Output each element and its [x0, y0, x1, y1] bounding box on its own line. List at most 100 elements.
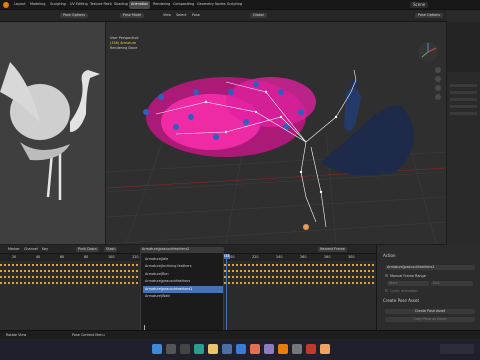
- viewport-status: Rendering Done: [110, 46, 138, 50]
- action-side-panel: Action Armature|peacockfeathers2 Manual …: [376, 245, 480, 330]
- camera-icon[interactable]: [435, 85, 441, 91]
- range-end-field[interactable]: End: [431, 281, 473, 287]
- file-explorer-icon[interactable]: [208, 344, 218, 354]
- copy-pose-as-asset-button[interactable]: Copy Pose as Asset: [385, 317, 475, 323]
- workspace-tab[interactable]: Compositing: [171, 1, 196, 9]
- ruler-tick-label: 80: [84, 255, 89, 259]
- task-view-icon[interactable]: [180, 344, 190, 354]
- ruler-tick-label: 120: [132, 255, 139, 259]
- push-down-label: Push Down: [78, 247, 97, 251]
- view-menu[interactable]: View: [163, 13, 171, 17]
- windows-start-icon[interactable]: [152, 344, 162, 354]
- manual-range-label: Manual Frame Range: [390, 274, 426, 278]
- workspace-tabs: Layout Modeling Sculpting UV Editing Texture…: [12, 1, 282, 9]
- ruler-tick-label: 300: [348, 255, 355, 259]
- action-panel-title[interactable]: Action: [383, 254, 396, 258]
- action-option[interactable]: Armature|peacockfeathers2: [143, 286, 223, 293]
- workspace-tab[interactable]: Layout: [12, 1, 28, 9]
- create-pose-asset-button[interactable]: Create Pose Asset: [385, 309, 475, 315]
- keying-label: Nearest Frame: [320, 247, 345, 251]
- copy-pose-button-label: Copy Pose as Asset: [413, 317, 447, 321]
- os-taskbar: [0, 339, 480, 360]
- pose-options-right-label: Pose Options: [418, 13, 441, 17]
- settings-icon[interactable]: [292, 344, 302, 354]
- status-bar: Rotate View Pose Context Menu: [0, 330, 480, 339]
- marker-menu[interactable]: Marker: [8, 247, 20, 251]
- orientation-label: Global: [253, 13, 264, 17]
- workspace-tab[interactable]: Texture Paint: [88, 1, 114, 9]
- action-option[interactable]: Armature|Walk: [143, 294, 223, 301]
- cyclic-label: Cyclic Animation: [390, 289, 419, 293]
- ruler-tick-label: 100: [108, 255, 115, 259]
- blender-logo-icon[interactable]: [3, 2, 9, 8]
- notes-icon[interactable]: [320, 344, 330, 354]
- viewport-tools-column: [435, 67, 443, 100]
- range-start-label: Start: [389, 281, 398, 285]
- store-icon[interactable]: [222, 344, 232, 354]
- ruler-tick-label: 40: [36, 255, 41, 259]
- peacock-body: [321, 80, 414, 176]
- ruler-tick-label: 20: [12, 255, 17, 259]
- white-peacock-render: [0, 62, 100, 200]
- mail-icon[interactable]: [236, 344, 246, 354]
- grid-icon[interactable]: [435, 94, 441, 100]
- workspace-tab[interactable]: Geometry Nodes: [195, 1, 228, 9]
- action-field[interactable]: Armature|peacockfeathers2: [385, 265, 475, 271]
- scene-selector[interactable]: Scene: [410, 2, 429, 8]
- key-menu[interactable]: Key: [42, 247, 48, 251]
- manual-frame-range-checkbox[interactable]: Manual Frame Range: [385, 274, 426, 278]
- playhead[interactable]: [226, 254, 227, 330]
- ruler-tick-label: 280: [324, 255, 331, 259]
- action-option[interactable]: Armature|Run: [143, 271, 223, 278]
- keying-selector[interactable]: Nearest Frame: [318, 247, 347, 253]
- select-menu[interactable]: Select: [176, 13, 186, 17]
- create-pose-asset-title[interactable]: Create Pose Asset: [383, 299, 419, 303]
- channel-menu[interactable]: Channel: [24, 247, 38, 251]
- range-start-field[interactable]: Start: [387, 281, 429, 287]
- scene-label: Scene: [413, 2, 426, 7]
- stash-button[interactable]: Stash: [104, 247, 118, 253]
- action-dropdown-menu: Armature|Idle Armature|Inclining feathers…: [140, 252, 224, 334]
- outliner-strip: [447, 22, 480, 72]
- navigation-gizmo-icon[interactable]: [418, 42, 438, 62]
- action-option[interactable]: Armature|Inclining feathers: [143, 264, 223, 271]
- stash-label: Stash: [106, 247, 116, 251]
- pose-options-right[interactable]: Pose Options: [415, 13, 444, 19]
- cyclic-animation-checkbox[interactable]: Cyclic Animation: [385, 289, 418, 293]
- system-tray[interactable]: [440, 344, 474, 354]
- push-down-button[interactable]: Push Down: [76, 247, 99, 253]
- mode-selector[interactable]: Pose Mode: [120, 13, 145, 19]
- pose-menu[interactable]: Pose: [192, 13, 200, 17]
- 3d-viewport[interactable]: User Perspective (338) Armature Renderin…: [106, 22, 446, 244]
- zoom-icon[interactable]: [435, 67, 441, 73]
- action-selector-label: Armature|peacockfeathers2: [142, 247, 190, 251]
- status-pose-context: Pose Context Menu: [72, 333, 105, 337]
- ruler-tick-label: 60: [60, 255, 65, 259]
- create-pose-asset-button-label: Create Pose Asset: [414, 309, 446, 313]
- action-option[interactable]: Armature|peacockfeathers: [143, 279, 223, 286]
- blender-taskbar-icon[interactable]: [278, 344, 288, 354]
- action-option[interactable]: Armature|Idle: [143, 256, 223, 263]
- workspace-tab[interactable]: UV Editing: [68, 1, 90, 9]
- workspace-tab[interactable]: Shading: [112, 1, 130, 9]
- peacock-tail-feathers: [143, 77, 316, 157]
- workspace-tab[interactable]: Modeling: [28, 1, 47, 9]
- photos-icon[interactable]: [264, 344, 274, 354]
- workspace-tab[interactable]: Scripting: [225, 1, 244, 9]
- action-field-label: Armature|peacockfeathers2: [387, 265, 435, 269]
- pan-hand-icon[interactable]: [435, 76, 441, 82]
- ruler-tick-label: 220: [252, 255, 259, 259]
- pose-options-left[interactable]: Pose Options: [60, 13, 89, 19]
- workspace-tab[interactable]: Rendering: [151, 1, 172, 9]
- workspace-tab[interactable]: Animation: [129, 1, 151, 9]
- ruler-tick-label: 260: [300, 255, 307, 259]
- pose-options-left-label: Pose Options: [63, 13, 86, 17]
- range-end-label: End: [433, 281, 440, 285]
- render-preview-viewport[interactable]: [0, 22, 105, 244]
- edge-browser-icon[interactable]: [194, 344, 204, 354]
- workspace-tab[interactable]: Sculpting: [48, 1, 68, 9]
- orientation-selector[interactable]: Global: [250, 13, 267, 19]
- search-icon[interactable]: [166, 344, 176, 354]
- app-icon[interactable]: [306, 344, 316, 354]
- chrome-icon[interactable]: [250, 344, 260, 354]
